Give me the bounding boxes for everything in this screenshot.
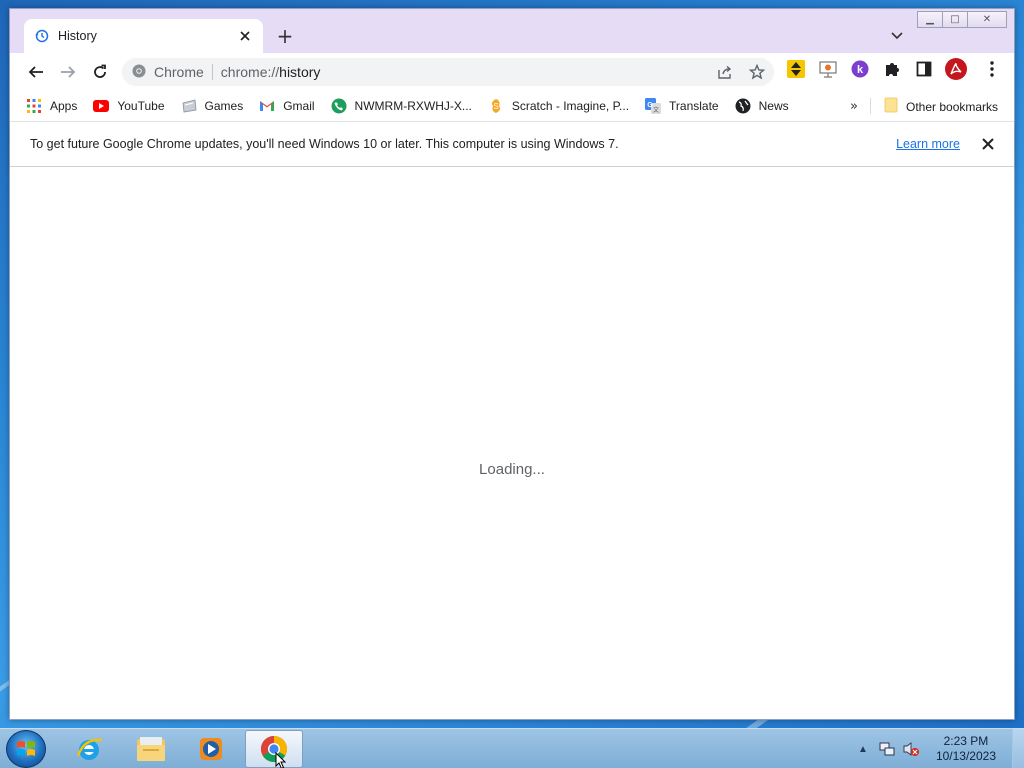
other-bookmarks-folder[interactable]: Other bookmarks xyxy=(884,97,998,116)
yellow-arrows-extension-icon[interactable] xyxy=(785,58,807,80)
side-panel-icon[interactable] xyxy=(913,58,935,80)
clock-date: 10/13/2023 xyxy=(935,749,996,763)
arrow-right-icon xyxy=(61,66,76,78)
close-icon xyxy=(240,31,250,41)
loading-text: Loading... xyxy=(479,461,545,478)
omnibox-separator xyxy=(211,64,213,80)
bookmark-label: Translate xyxy=(669,99,719,113)
phone-icon xyxy=(331,98,347,114)
taskbar-internet-explorer[interactable] xyxy=(60,730,118,768)
forward-button[interactable] xyxy=(54,58,82,86)
globe-icon xyxy=(735,98,751,114)
window-controls: ▁ □ ✕ xyxy=(917,11,1007,28)
internet-explorer-icon xyxy=(76,738,103,760)
volume-muted-icon[interactable] xyxy=(902,740,920,758)
clock[interactable]: 2:23 PM 10/13/2023 xyxy=(936,734,996,764)
infobar-message: To get future Google Chrome updates, you… xyxy=(30,137,619,151)
puzzle-icon[interactable] xyxy=(881,58,903,80)
bookmark-youtube[interactable]: YouTube xyxy=(93,98,165,114)
bookmark-label: Games xyxy=(204,99,244,113)
site-name: Chrome xyxy=(154,64,204,80)
bookmarks-bar: Apps YouTube Games Gmail NWMRM-RXWHJ-X..… xyxy=(10,91,1014,121)
other-bookmarks-label: Other bookmarks xyxy=(906,99,999,114)
file-explorer-icon xyxy=(137,737,165,761)
chrome-icon xyxy=(132,64,146,81)
mouse-cursor-icon xyxy=(275,752,287,768)
share-button[interactable] xyxy=(714,62,736,82)
update-infobar: To get future Google Chrome updates, you… xyxy=(10,121,1014,167)
youtube-icon xyxy=(93,98,110,114)
bookmark-label: Apps xyxy=(50,99,78,113)
browser-window: ▁ □ ✕ History + Chrome chrome://history … xyxy=(9,8,1015,720)
bookmark-gmail[interactable]: Gmail xyxy=(259,98,315,114)
reload-button[interactable] xyxy=(86,58,114,86)
menu-kebab-icon[interactable] xyxy=(981,58,1003,80)
bookmarks-separator xyxy=(870,98,871,114)
media-player-icon xyxy=(200,738,222,760)
bookmark-label: News xyxy=(758,99,789,113)
windows-logo-icon xyxy=(17,741,35,756)
address-bar[interactable]: Chrome chrome://history xyxy=(122,58,774,86)
bookmark-label: NWMRM-RXWHJ-X... xyxy=(354,99,472,113)
maximize-button[interactable]: □ xyxy=(942,11,968,28)
acrobat-icon[interactable] xyxy=(945,58,967,80)
toolbar: Chrome chrome://history k xyxy=(10,53,1014,91)
history-icon xyxy=(34,28,50,44)
bookmark-games[interactable]: Games xyxy=(181,98,244,114)
svg-text:文: 文 xyxy=(653,106,659,114)
bookmark-scratch[interactable]: S Scratch - Imagine, P... xyxy=(488,98,629,114)
games-icon xyxy=(181,98,197,114)
back-button[interactable] xyxy=(22,58,50,86)
svg-text:k: k xyxy=(857,64,864,76)
bookmark-apps[interactable]: Apps xyxy=(26,98,77,114)
svg-text:S: S xyxy=(493,102,498,111)
close-tab-button[interactable] xyxy=(237,28,253,44)
gmail-icon xyxy=(259,98,275,114)
start-button[interactable] xyxy=(6,730,46,768)
bookmark-label: Gmail xyxy=(283,99,315,113)
chevron-down-icon xyxy=(891,32,903,40)
k-extension-icon[interactable]: k xyxy=(849,58,871,80)
arrow-left-icon xyxy=(28,66,43,78)
tab-history[interactable]: History xyxy=(24,19,263,53)
learn-more-link[interactable]: Learn more xyxy=(896,137,960,151)
scratch-icon: S xyxy=(488,98,504,114)
infobar-close-button[interactable] xyxy=(978,134,998,154)
tab-search-button[interactable] xyxy=(888,27,906,45)
star-icon xyxy=(749,64,765,80)
apps-grid-icon xyxy=(26,98,42,114)
taskbar-chrome[interactable] xyxy=(245,730,303,768)
extensions-area: k xyxy=(785,58,1013,80)
taskbar-media-player[interactable] xyxy=(182,730,240,768)
tab-title: History xyxy=(58,29,97,43)
bookmark-star-button[interactable] xyxy=(746,62,768,82)
page-content: Loading... xyxy=(10,167,1014,719)
show-desktop-button[interactable] xyxy=(1012,729,1024,768)
share-icon xyxy=(718,65,732,79)
bookmark-news[interactable]: News xyxy=(735,98,789,114)
close-icon xyxy=(982,138,994,150)
taskbar: ▲ 2:23 PM 10/13/2023 xyxy=(0,728,1024,768)
network-icon[interactable] xyxy=(878,740,896,758)
folder-icon xyxy=(884,97,898,116)
taskbar-file-explorer[interactable] xyxy=(122,730,180,768)
url-text[interactable]: chrome://history xyxy=(221,64,321,80)
system-tray: ▲ 2:23 PM 10/13/2023 xyxy=(854,729,1024,768)
new-tab-button[interactable]: + xyxy=(274,24,296,48)
bookmark-label: YouTube xyxy=(117,99,165,113)
bookmark-translate[interactable]: G文 Translate xyxy=(645,98,719,114)
bookmark-nwmrm[interactable]: NWMRM-RXWHJ-X... xyxy=(331,98,472,114)
minimize-button[interactable]: ▁ xyxy=(917,11,943,28)
clock-time: 2:23 PM xyxy=(943,734,989,748)
translate-icon: G文 xyxy=(645,98,662,114)
reload-icon xyxy=(94,64,106,78)
presentation-extension-icon[interactable] xyxy=(817,58,839,80)
close-window-button[interactable]: ✕ xyxy=(967,11,1007,28)
bookmarks-overflow-button[interactable]: » xyxy=(850,99,858,114)
bookmark-label: Scratch - Imagine, P... xyxy=(511,99,630,113)
tray-expand-button[interactable]: ▲ xyxy=(854,740,872,758)
